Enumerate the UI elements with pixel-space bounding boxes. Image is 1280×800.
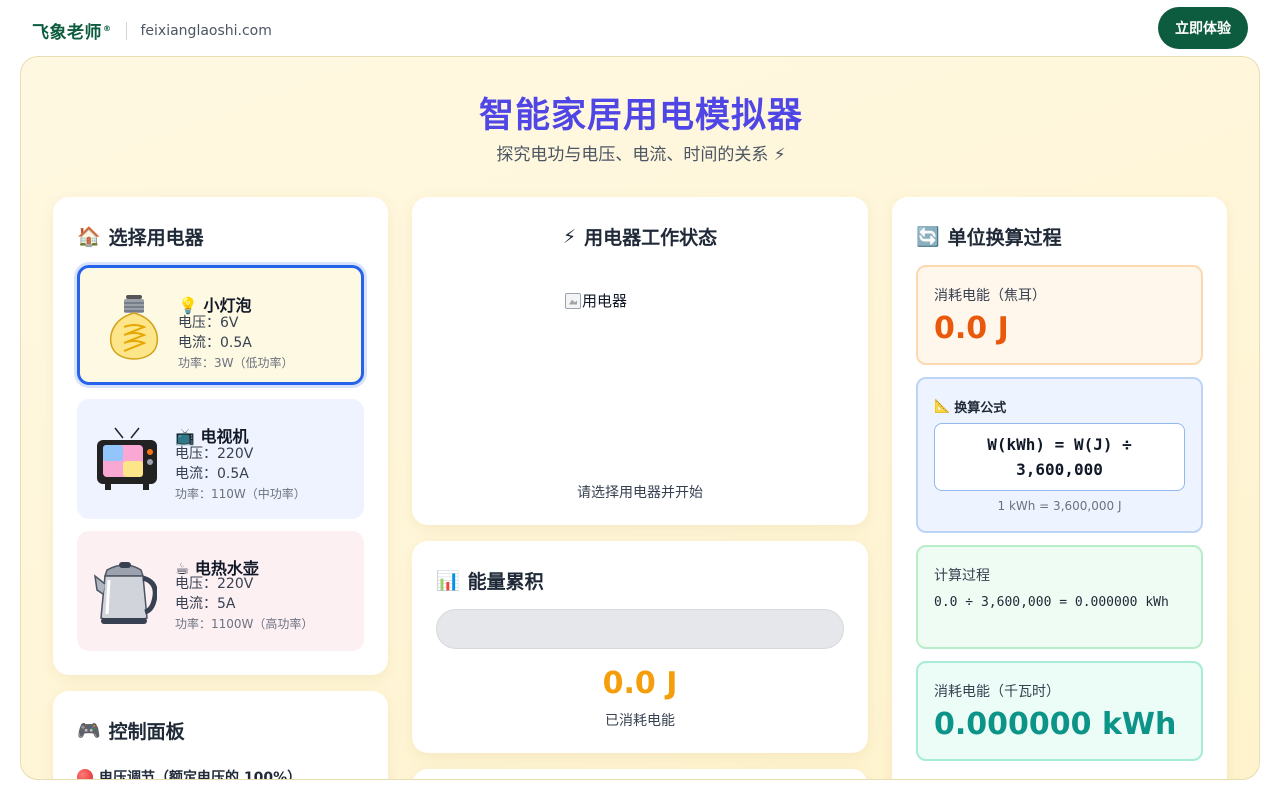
lightning-icon: ⚡ — [562, 225, 577, 248]
brand-divider — [125, 21, 127, 40]
brand[interactable]: 飞象老师® feixianglaoshi.com — [32, 18, 272, 43]
kwh-label: 消耗电能（千瓦时） — [934, 684, 1060, 700]
try-now-button[interactable]: 立即体验 — [1158, 7, 1248, 49]
formula-label: 📐 换算公式 — [934, 399, 1007, 416]
formula-display: W(kWh) = W(J) ÷ 3,600,000 — [934, 423, 1185, 491]
kwh-value: 0.000000 kWh — [934, 707, 1177, 742]
television-icon — [97, 427, 157, 490]
bar-chart-icon: 📊 — [436, 570, 460, 592]
panel-title: 🔄 单位换算过程 — [916, 226, 1062, 249]
appliance-voltage: 电压：220V — [175, 446, 254, 462]
red-circle-icon — [77, 769, 93, 779]
status-message: 请选择用电器并开始 — [577, 485, 703, 501]
appliance-card-tv[interactable]: 📺 电视机 电压：220V 电流：0.5A 功率：110W（中功率） — [77, 399, 364, 519]
appliance-power: 功率：3W（低功率） — [178, 356, 294, 370]
energy-accumulation-panel: 📊 能量累积 0.0 J 已消耗电能 — [412, 541, 868, 753]
appliance-current: 电流：0.5A — [175, 466, 249, 482]
energy-label: 已消耗电能 — [605, 713, 675, 729]
gamepad-icon: 🎮 — [77, 720, 101, 742]
control-panel: 🎮 控制面板 电压调节（额定电压的 100%） — [53, 691, 388, 779]
top-bar: 飞象老师® feixianglaoshi.com 立即体验 — [0, 0, 1280, 56]
panel-title: 📊 能量累积 — [436, 570, 544, 593]
appliance-power: 功率：110W（中功率） — [175, 487, 306, 501]
unit-conversion-panel: 🔄 单位换算过程 消耗电能（焦耳） 0.0 J 📐 换算公式 W(kWh) = … — [892, 197, 1227, 779]
panel-title: 🎮 控制面板 — [77, 720, 185, 743]
energy-progress-bar — [436, 609, 844, 649]
formula-box: 📐 换算公式 W(kWh) = W(J) ÷ 3,600,000 1 kWh =… — [916, 377, 1203, 533]
appliance-card-bulb[interactable]: 💡 小灯泡 电压：6V 电流：0.5A 功率：3W（低功率） — [77, 265, 364, 385]
formula-note: 1 kWh = 3,600,000 J — [997, 499, 1122, 513]
appliance-voltage: 电压：6V — [178, 315, 239, 331]
panel-title: ⚡ 用电器工作状态 — [562, 225, 718, 250]
refresh-icon: 🔄 — [916, 226, 940, 248]
calc-label: 计算过程 — [934, 568, 990, 584]
voltage-adjust-label: 电压调节（额定电压的 100%） — [77, 767, 301, 779]
broken-image-icon — [565, 292, 581, 309]
calculation-box: 计算过程 0.0 ÷ 3,600,000 = 0.000000 kWh — [916, 545, 1203, 649]
next-panel — [412, 769, 868, 779]
brand-url[interactable]: feixianglaoshi.com — [141, 23, 272, 39]
appliance-status-panel: ⚡ 用电器工作状态 用电器 请选择用电器并开始 — [412, 197, 868, 525]
simulator-frame: 智能家居用电模拟器 探究电功与电压、电流、时间的关系 ⚡ 🏠 选择用电器 💡 小… — [20, 56, 1260, 780]
appliance-power: 功率：1100W（高功率） — [175, 617, 314, 631]
panel-title: 🏠 选择用电器 — [77, 226, 204, 249]
appliance-current: 电流：5A — [175, 596, 236, 612]
energy-value: 0.0 J — [602, 666, 678, 701]
joules-box: 消耗电能（焦耳） 0.0 J — [916, 265, 1203, 365]
brand-logo: 飞象老师® — [32, 23, 112, 43]
joules-value: 0.0 J — [934, 311, 1009, 346]
appliance-image: 用电器 — [565, 290, 627, 311]
light-bulb-icon — [109, 295, 159, 360]
calc-text: 0.0 ÷ 3,600,000 = 0.000000 kWh — [934, 595, 1169, 610]
kettle-icon — [93, 562, 157, 624]
appliance-voltage: 电压：220V — [175, 576, 254, 592]
appliance-current: 电流：0.5A — [178, 335, 252, 351]
kwh-box: 消耗电能（千瓦时） 0.000000 kWh — [916, 661, 1203, 761]
page-subtitle: 探究电功与电压、电流、时间的关系 ⚡ — [496, 145, 786, 165]
joules-label: 消耗电能（焦耳） — [934, 288, 1046, 304]
house-icon: 🏠 — [77, 226, 101, 248]
page-title: 智能家居用电模拟器 — [478, 96, 803, 136]
appliance-card-kettle[interactable]: ☕ 电热水壶 电压：220V 电流：5A 功率：1100W（高功率） — [77, 531, 364, 651]
appliance-select-panel: 🏠 选择用电器 💡 小灯泡 电压：6V 电流：0.5A 功率：3W（低功率） 📺… — [53, 197, 388, 675]
triangle-ruler-icon: 📐 — [934, 399, 951, 414]
